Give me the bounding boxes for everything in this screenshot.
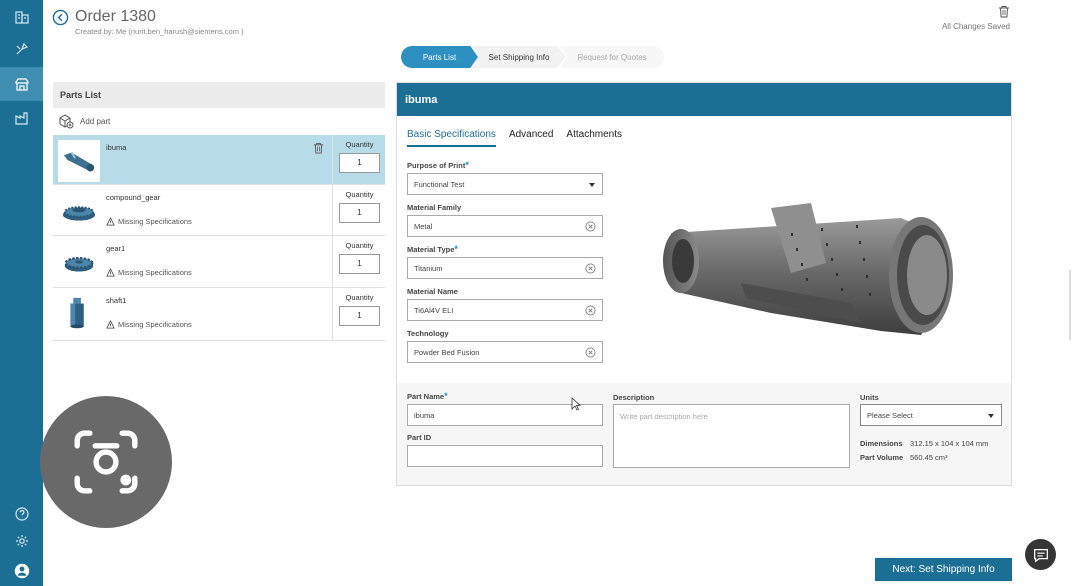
add-part-button[interactable]: Add part: [58, 112, 110, 130]
step-request-for-quotes[interactable]: Request for Quotes: [560, 46, 664, 68]
nav-factory-icon[interactable]: [0, 101, 43, 135]
part-name: gear1: [106, 244, 126, 253]
missing-specs-warning: Missing Specifications: [106, 217, 192, 226]
clear-icon[interactable]: [585, 263, 596, 274]
dropdown-caret-icon: [988, 414, 994, 418]
warning-text: Missing Specifications: [118, 217, 192, 226]
material-name-field[interactable]: Ti6Al4V ELI: [407, 299, 603, 321]
units-select[interactable]: Please Select: [860, 404, 1002, 426]
part-3d-model-preview[interactable]: [651, 203, 971, 348]
part-row-shaft1[interactable]: shaft1 Missing Specifications Quantity 1: [53, 288, 385, 341]
quantity-input[interactable]: 1: [339, 306, 380, 326]
quantity-column: Quantity 1: [332, 185, 385, 235]
clear-icon[interactable]: [585, 221, 596, 232]
parts-list-header: Parts List: [53, 82, 385, 108]
material-type-label: Material Type*: [407, 244, 458, 254]
part-thumbnail: [58, 241, 100, 283]
clear-icon[interactable]: [585, 305, 596, 316]
quantity-label: Quantity: [345, 140, 374, 149]
missing-specs-warning: Missing Specifications: [106, 268, 192, 277]
dropdown-caret-icon: [589, 183, 595, 187]
part-thumbnail: [58, 293, 100, 335]
material-type-field[interactable]: Titanium: [407, 257, 603, 279]
part-detail-panel: ibuma Basic Specifications Advanced Atta…: [396, 82, 1012, 486]
warning-triangle-icon: [106, 217, 115, 226]
part-id-label: Part ID: [407, 433, 432, 442]
delete-order-trash-icon[interactable]: [998, 5, 1010, 18]
warning-text: Missing Specifications: [118, 320, 192, 329]
tab-basic-specifications[interactable]: Basic Specifications: [407, 129, 496, 147]
quantity-input[interactable]: 1: [339, 203, 380, 223]
detail-title: ibuma: [397, 83, 1011, 116]
nav-store-icon[interactable]: [0, 67, 43, 101]
camera-scan-icon: [74, 430, 138, 494]
part-name: shaft1: [106, 296, 127, 305]
part-row-compound-gear[interactable]: compound_gear Missing Specifications Qua…: [53, 185, 385, 236]
description-textarea[interactable]: Write part description here: [613, 404, 850, 468]
units-label: Units: [860, 393, 879, 402]
page-title: Order 1380: [75, 8, 156, 25]
quantity-column: Quantity 1: [332, 135, 385, 184]
nav-buildings-icon[interactable]: [0, 0, 43, 34]
chat-bubble-icon: [1033, 548, 1048, 563]
tab-attachments[interactable]: Attachments: [566, 129, 622, 147]
save-status: All Changes Saved: [941, 22, 1010, 31]
quantity-label: Quantity: [345, 241, 374, 250]
part-info-section: Part Name* ibuma Part ID Description Wri…: [397, 383, 1011, 485]
quantity-column: Quantity 1: [332, 288, 385, 340]
technology-label: Technology: [407, 329, 449, 338]
quantity-input[interactable]: 1: [339, 153, 380, 173]
step-set-shipping-info[interactable]: Set Shipping Info: [472, 46, 566, 68]
clear-icon[interactable]: [585, 347, 596, 358]
technology-field[interactable]: Powder Bed Fusion: [407, 341, 603, 363]
mouse-cursor-icon: [571, 397, 581, 411]
step-parts-list[interactable]: Parts List: [401, 46, 478, 68]
part-name: compound_gear: [106, 193, 161, 202]
warning-triangle-icon: [106, 268, 115, 277]
add-part-label: Add part: [80, 116, 111, 126]
tab-advanced[interactable]: Advanced: [509, 129, 553, 147]
material-name-label: Material Name: [407, 287, 458, 296]
order-stepper: Parts List Set Shipping Info Request for…: [401, 46, 664, 68]
warning-triangle-icon: [106, 320, 115, 329]
missing-specs-warning: Missing Specifications: [106, 320, 192, 329]
material-family-field[interactable]: Metal: [407, 215, 603, 237]
part-name: ibuma: [106, 143, 127, 152]
part-thumbnail: [58, 190, 100, 232]
part-thumbnail: [58, 140, 100, 182]
left-nav-rail: [0, 0, 43, 586]
user-avatar-icon[interactable]: [0, 554, 43, 586]
description-label: Description: [613, 393, 655, 402]
nav-tools-icon[interactable]: [0, 32, 43, 66]
quantity-label: Quantity: [345, 190, 374, 199]
detail-tabs: Basic Specifications Advanced Attachment…: [407, 129, 622, 147]
quantity-label: Quantity: [345, 293, 374, 302]
part-id-input[interactable]: [407, 445, 603, 467]
screen-capture-overlay[interactable]: [40, 396, 172, 528]
add-box-icon: [59, 114, 74, 129]
part-volume-row: Part Volume 560.45 cm³: [860, 453, 948, 462]
settings-gear-icon[interactable]: [0, 524, 43, 558]
part-name-label: Part Name*: [407, 391, 448, 401]
delete-part-trash-icon[interactable]: [313, 142, 324, 154]
next-set-shipping-info-button[interactable]: Next: Set Shipping Info: [875, 558, 1012, 581]
chat-button[interactable]: [1025, 539, 1056, 570]
back-arrow-icon[interactable]: [52, 9, 69, 26]
quantity-input[interactable]: 1: [339, 254, 380, 274]
warning-text: Missing Specifications: [118, 268, 192, 277]
dimensions-row: Dimensions 312.15 x 104 x 104 mm: [860, 439, 989, 448]
part-row-ibuma[interactable]: ibuma Quantity 1: [53, 135, 385, 185]
part-row-gear1[interactable]: gear1 Missing Specifications Quantity 1: [53, 236, 385, 288]
purpose-label: Purpose of Print*: [407, 160, 469, 170]
created-by-text: Created by: Me (nurit.ben_harush@siemens…: [75, 27, 244, 36]
purpose-select[interactable]: Functional Test: [407, 173, 603, 195]
edge-divider: [1069, 270, 1071, 340]
quantity-column: Quantity 1: [332, 236, 385, 287]
material-family-label: Material Family: [407, 203, 462, 212]
